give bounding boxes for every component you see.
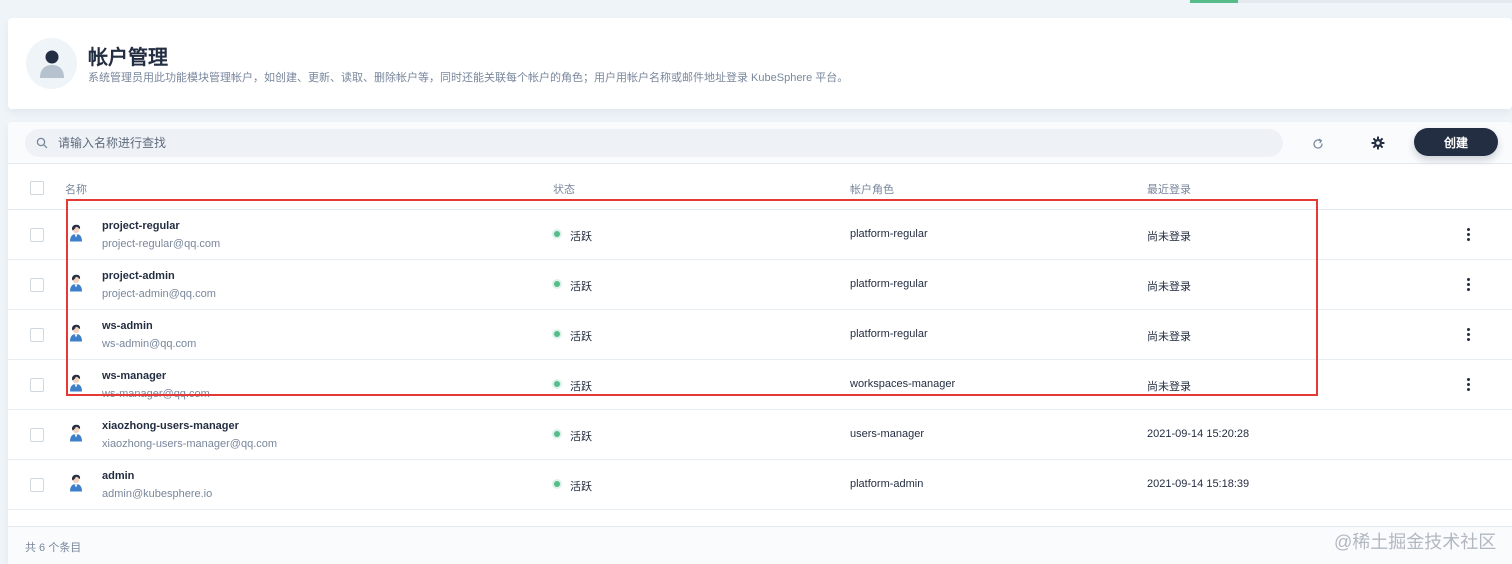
row-checkbox[interactable] (30, 478, 44, 492)
account-role: workspaces-manager (850, 378, 956, 390)
create-button[interactable]: 创建 (1414, 128, 1498, 156)
status-active-dot-icon (554, 331, 560, 337)
table-row: project-regular project-regular@qq.com 活跃 p… (8, 210, 1512, 260)
page-header: 帐户管理 系统管理员用此功能模块管理帐户，如创建、更新、读取、删除帐户等，同时还… (8, 18, 1512, 109)
status-text: 活跃 (570, 431, 592, 443)
user-avatar-icon (69, 324, 83, 347)
table-row: ws-admin ws-admin@qq.com 活跃 platform-regula… (8, 310, 1512, 360)
user-email: ws-manager@qq.com (102, 388, 210, 400)
last-login: 尚未登录 (1147, 231, 1191, 243)
more-actions-button[interactable] (1462, 326, 1474, 342)
column-header-role: 帐户角色 (850, 184, 894, 196)
more-icon (1466, 377, 1470, 381)
row-checkbox[interactable] (30, 328, 44, 342)
user-avatar-icon (69, 374, 83, 397)
table-row: project-admin project-admin@qq.com 活跃 platf… (8, 260, 1512, 310)
user-name-link[interactable]: ws-manager (102, 370, 166, 382)
last-login: 尚未登录 (1147, 381, 1191, 393)
more-actions-button[interactable] (1462, 226, 1474, 242)
table-footer: 共 6 个条目 (8, 526, 1512, 564)
row-checkbox[interactable] (30, 228, 44, 242)
status-text: 活跃 (570, 381, 592, 393)
user-name-link[interactable]: ws-admin (102, 320, 153, 332)
user-avatar-icon (69, 224, 83, 247)
account-role: platform-admin (850, 478, 924, 490)
more-icon (1466, 277, 1470, 281)
table-header: 名称 状态 帐户角色 最近登录 (8, 164, 1512, 210)
top-progress-bar (1190, 0, 1512, 3)
last-login: 2021-09-14 15:20:28 (1147, 428, 1250, 440)
table-row: ws-manager ws-manager@qq.com 活跃 workspaces-… (8, 360, 1512, 410)
column-header-name[interactable]: 名称 (65, 181, 87, 197)
last-login: 尚未登录 (1147, 281, 1191, 293)
toolbar: 创建 (8, 122, 1512, 164)
account-role: platform-regular (850, 278, 928, 290)
row-checkbox[interactable] (30, 378, 44, 392)
user-email: project-admin@qq.com (102, 288, 216, 300)
last-login: 尚未登录 (1147, 331, 1191, 343)
status-text: 活跃 (570, 281, 592, 293)
account-header-icon (26, 38, 77, 89)
status-text: 活跃 (570, 481, 592, 493)
user-avatar-icon (69, 424, 83, 447)
status-active-dot-icon (554, 281, 560, 287)
table-row: admin admin@kubesphere.io 活跃 platform-admin… (8, 460, 1512, 510)
user-name-link[interactable]: xiaozhong-users-manager (102, 420, 239, 432)
user-avatar-icon (69, 474, 83, 497)
column-header-last-login[interactable]: 最近登录 (1147, 181, 1191, 197)
user-name-link[interactable]: project-regular (102, 220, 180, 232)
user-email: project-regular@qq.com (102, 238, 221, 250)
more-icon (1466, 327, 1470, 331)
account-role: platform-regular (850, 228, 928, 240)
account-role: users-manager (850, 428, 924, 440)
gear-icon (1371, 136, 1385, 150)
user-name-link[interactable]: project-admin (102, 270, 175, 282)
more-actions-button[interactable] (1462, 276, 1474, 292)
user-email: xiaozhong-users-manager@qq.com (102, 438, 278, 450)
status-active-dot-icon (554, 231, 560, 237)
user-avatar-icon (69, 274, 83, 297)
last-login: 2021-09-14 15:18:39 (1147, 478, 1250, 490)
status-active-dot-icon (554, 481, 560, 487)
table-row: xiaozhong-users-manager xiaozhong-users-m… (8, 410, 1512, 460)
status-active-dot-icon (554, 431, 560, 437)
search-input[interactable] (58, 136, 1258, 150)
page-description: 系统管理员用此功能模块管理帐户，如创建、更新、读取、删除帐户等，同时还能关联每个… (88, 72, 849, 84)
search-box[interactable] (25, 129, 1283, 157)
accounts-table: 名称 状态 帐户角色 最近登录 project-regular project-r… (8, 164, 1512, 510)
refresh-icon (1313, 138, 1323, 149)
status-text: 活跃 (570, 231, 592, 243)
accounts-panel: 创建 名称 状态 帐户角色 最近登录 project-regularprojec… (8, 122, 1512, 564)
user-name-link[interactable]: admin (102, 470, 134, 482)
total-count: 共 6 个条目 (25, 542, 82, 554)
settings-button[interactable] (1368, 133, 1388, 153)
status-active-dot-icon (554, 381, 560, 387)
row-checkbox[interactable] (30, 278, 44, 292)
row-checkbox[interactable] (30, 428, 44, 442)
more-actions-button[interactable] (1462, 376, 1474, 392)
page-title: 帐户管理 (88, 47, 168, 69)
user-email: admin@kubesphere.io (102, 488, 213, 500)
watermark: @稀土掘金技术社区 (1334, 532, 1497, 552)
search-icon (36, 137, 48, 149)
status-text: 活跃 (570, 331, 592, 343)
column-header-status: 状态 (553, 184, 575, 196)
more-icon (1466, 227, 1470, 231)
account-role: platform-regular (850, 328, 928, 340)
select-all-checkbox[interactable] (30, 181, 44, 195)
refresh-button[interactable] (1308, 134, 1328, 154)
user-email: ws-admin@qq.com (102, 338, 197, 350)
